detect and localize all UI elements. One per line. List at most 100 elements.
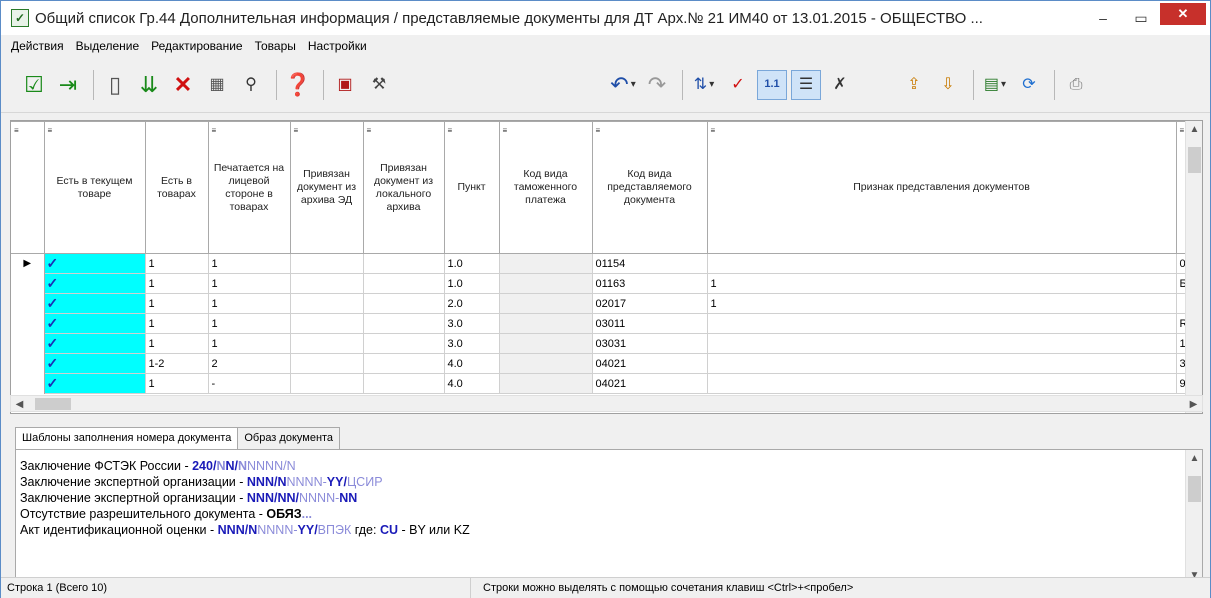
cell-check[interactable]: ✓ bbox=[43, 293, 146, 314]
column-header[interactable]: Есть в товарах bbox=[144, 121, 209, 254]
table-cell[interactable] bbox=[362, 273, 445, 294]
table-cell[interactable] bbox=[289, 353, 364, 374]
menu-goods[interactable]: Товары bbox=[249, 39, 302, 53]
table-cell[interactable]: 1 bbox=[144, 373, 209, 394]
table-cell[interactable]: 2 bbox=[207, 353, 291, 374]
column-header[interactable]: ≡ Пункт bbox=[443, 121, 500, 254]
scroll-up-icon[interactable]: ▲ bbox=[1186, 450, 1203, 467]
scroll-thumb[interactable] bbox=[35, 398, 71, 410]
table-cell[interactable] bbox=[498, 293, 593, 314]
help-icon[interactable]: ❓ bbox=[283, 70, 313, 100]
table-cell[interactable]: 3.0 bbox=[443, 313, 500, 334]
sort-icon[interactable]: ⇅ ▾ bbox=[689, 70, 719, 100]
print-icon[interactable]: ⎙ bbox=[1061, 70, 1091, 100]
table-cell[interactable]: 1 bbox=[207, 273, 291, 294]
table-cell[interactable]: 1 bbox=[144, 253, 209, 274]
table-row[interactable]: ✓ 1 1 3.0 03011 RI bbox=[11, 313, 1196, 334]
table-cell[interactable]: 4.0 bbox=[443, 353, 500, 374]
table-row[interactable]: ✓ 1 1 2.0 02017 1 bbox=[11, 293, 1196, 314]
table-cell[interactable] bbox=[289, 313, 364, 334]
tab-templates[interactable]: Шаблоны заполнения номера документа bbox=[15, 427, 239, 450]
table-cell[interactable]: 1.0 bbox=[443, 253, 500, 274]
table-cell[interactable]: 4.0 bbox=[443, 373, 500, 394]
table-cell[interactable] bbox=[362, 313, 445, 334]
table-cell[interactable]: 1 bbox=[207, 293, 291, 314]
list-view-icon[interactable]: ☰ bbox=[791, 69, 821, 100]
table-cell[interactable] bbox=[498, 373, 593, 394]
exit-icon[interactable]: ⇥ bbox=[53, 70, 83, 100]
delete-icon[interactable]: ✕ bbox=[168, 70, 198, 100]
table-cell[interactable] bbox=[706, 253, 1177, 274]
form-icon[interactable]: ▣ bbox=[330, 70, 360, 100]
insert-row-icon[interactable]: ⇊ bbox=[134, 70, 164, 100]
grid-horizontal-scrollbar[interactable]: ◀ ▶ bbox=[10, 395, 1203, 412]
table-cell[interactable] bbox=[362, 353, 445, 374]
column-header[interactable]: ≡ Признак представления документов bbox=[706, 121, 1177, 254]
panel-vertical-scrollbar[interactable]: ▲ ▼ bbox=[1185, 450, 1202, 584]
table-row[interactable]: ✓ 1 1 3.0 03031 11 bbox=[11, 333, 1196, 354]
undo-icon[interactable]: ↶ ▾ bbox=[608, 70, 638, 100]
scroll-left-icon[interactable]: ◀ bbox=[11, 396, 28, 413]
table-cell[interactable]: 3.0 bbox=[443, 333, 500, 354]
cell-check[interactable]: ✓ bbox=[43, 333, 146, 354]
table-cell[interactable] bbox=[498, 273, 593, 294]
close-icon[interactable]: ✕ bbox=[1160, 3, 1206, 25]
table-cell[interactable]: 04021 bbox=[591, 373, 708, 394]
column-header[interactable]: ≡ Код вида таможенного платежа bbox=[498, 121, 593, 254]
tools-icon[interactable]: ⚒ bbox=[364, 70, 394, 100]
mark-icon[interactable]: ✓ bbox=[723, 70, 753, 100]
table-cell[interactable]: 1 bbox=[706, 273, 1177, 294]
column-header[interactable]: ≡ Есть в текущем товаре bbox=[43, 121, 146, 254]
table-cell[interactable]: 1 bbox=[706, 293, 1177, 314]
table-cell[interactable] bbox=[706, 353, 1177, 374]
table-row[interactable]: ▶ ✓ 1 1 1.0 01154 00 bbox=[11, 253, 1196, 274]
table-cell[interactable] bbox=[289, 273, 364, 294]
window-icon[interactable]: ▤ ▾ bbox=[980, 70, 1010, 100]
table-cell[interactable] bbox=[289, 253, 364, 274]
table-cell[interactable] bbox=[362, 293, 445, 314]
scroll-thumb[interactable] bbox=[1188, 476, 1201, 502]
table-cell[interactable] bbox=[362, 333, 445, 354]
table-cell[interactable] bbox=[498, 313, 593, 334]
table-cell[interactable] bbox=[289, 333, 364, 354]
number-format-icon[interactable]: 1.1 bbox=[757, 69, 787, 100]
menu-actions[interactable]: Действия bbox=[5, 39, 70, 53]
table-row[interactable]: ✓ 1-2 2 4.0 04021 3 bbox=[11, 353, 1196, 374]
cell-check[interactable]: ✓ bbox=[43, 253, 146, 274]
table-cell[interactable]: 01163 bbox=[591, 273, 708, 294]
table-cell[interactable]: 2.0 bbox=[443, 293, 500, 314]
menu-edit[interactable]: Редактирование bbox=[145, 39, 248, 53]
scroll-right-icon[interactable]: ▶ bbox=[1185, 396, 1202, 413]
table-cell[interactable] bbox=[289, 293, 364, 314]
column-header[interactable]: ≡ Печатается на лицевой стороне в товарах bbox=[207, 121, 291, 254]
table-cell[interactable]: 1 bbox=[207, 313, 291, 334]
table-cell[interactable] bbox=[289, 373, 364, 394]
table-cell[interactable]: 01154 bbox=[591, 253, 708, 274]
table-cell[interactable]: 1 bbox=[144, 333, 209, 354]
table-cell[interactable]: 1.0 bbox=[443, 273, 500, 294]
table-cell[interactable] bbox=[706, 373, 1177, 394]
table-cell[interactable] bbox=[498, 353, 593, 374]
table-cell[interactable] bbox=[362, 253, 445, 274]
column-header[interactable]: ≡ Привязан документ из локального архива bbox=[362, 121, 445, 254]
grid-vertical-scrollbar[interactable]: ▲ ▼ bbox=[1185, 121, 1202, 413]
table-row[interactable]: ✓ 1 1 1.0 01163 1 Б/ bbox=[11, 273, 1196, 294]
scroll-thumb[interactable] bbox=[1188, 147, 1201, 173]
redo-icon[interactable]: ↷ bbox=[642, 70, 672, 100]
transfer-icon[interactable]: ⟳ bbox=[1014, 70, 1044, 100]
maximize-icon[interactable]: ▭ bbox=[1122, 3, 1160, 33]
menu-selection[interactable]: Выделение bbox=[70, 39, 146, 53]
cell-check[interactable]: ✓ bbox=[43, 373, 146, 394]
table-cell[interactable]: 1-2 bbox=[144, 353, 209, 374]
table-row[interactable]: ✓ 1 - 4.0 04021 9( bbox=[11, 373, 1196, 394]
table-cell[interactable] bbox=[498, 253, 593, 274]
binoculars-icon[interactable]: ⚲ bbox=[236, 70, 266, 100]
column-header[interactable]: ≡ Привязан документ из архива ЭД bbox=[289, 121, 364, 254]
tab-document-image[interactable]: Образ документа bbox=[237, 427, 341, 449]
import-icon[interactable]: ⇩ bbox=[933, 70, 963, 100]
new-document-icon[interactable]: ▯ bbox=[100, 70, 130, 100]
table-cell[interactable]: 04021 bbox=[591, 353, 708, 374]
cell-check[interactable]: ✓ bbox=[43, 273, 146, 294]
minimize-icon[interactable]: – bbox=[1084, 3, 1122, 33]
table-cell[interactable] bbox=[706, 333, 1177, 354]
